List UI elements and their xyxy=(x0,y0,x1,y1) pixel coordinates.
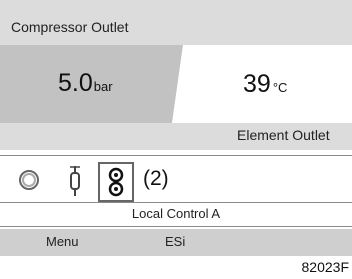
temperature-readout[interactable]: 39 °C xyxy=(243,70,287,99)
controller-display: Compressor Outlet 5.0 bar 39 °C Element … xyxy=(0,0,352,279)
circle-icon xyxy=(19,170,39,190)
figure-reference: 82023F xyxy=(301,259,349,275)
pressure-unit: bar xyxy=(93,79,113,94)
control-mode-text: Local Control A xyxy=(131,206,221,221)
esi-softkey[interactable]: ESi xyxy=(165,234,185,249)
pressure-readout[interactable]: 5.0 bar xyxy=(58,69,113,98)
temperature-unit: °C xyxy=(272,80,288,95)
local-control-icon xyxy=(108,167,124,197)
valve-icon xyxy=(70,166,80,196)
temperature-value: 39 xyxy=(243,70,271,98)
divider-mid xyxy=(0,202,352,203)
pressure-value: 5.0 xyxy=(58,69,93,97)
element-outlet-label: Element Outlet xyxy=(237,127,330,143)
local-control-icon-button[interactable] xyxy=(98,162,134,202)
circle-icon-button[interactable] xyxy=(14,160,50,202)
callout-label: (2) xyxy=(143,167,169,190)
valve-icon-button[interactable] xyxy=(58,160,94,202)
divider-top xyxy=(0,155,352,156)
panel-title: Compressor Outlet xyxy=(11,19,129,35)
divider-low xyxy=(0,226,352,227)
menu-softkey[interactable]: Menu xyxy=(46,234,79,249)
